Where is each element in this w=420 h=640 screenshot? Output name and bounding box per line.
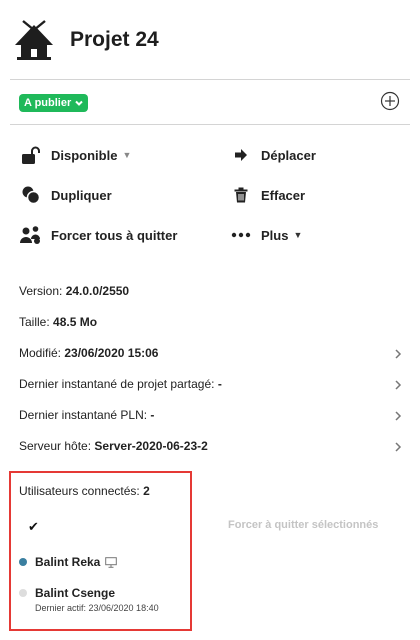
trash-icon (230, 185, 252, 205)
caret-down-icon: ▼ (293, 230, 303, 240)
size-value: 48.5 Mo (53, 315, 98, 329)
version-value: 24.0.0/2550 (65, 284, 130, 298)
chevron-right-icon[interactable] (394, 349, 402, 359)
host-server-label: Serveur hôte: (19, 439, 92, 453)
ellipsis-icon (230, 225, 252, 245)
modified-value: 23/06/2020 15:06 (64, 346, 159, 360)
connected-users-label: Utilisateurs connectés: (19, 484, 140, 498)
force-quit-selected-button[interactable]: Forcer à quitter sélectionnés (228, 519, 378, 531)
move-label: Déplacer (261, 147, 316, 163)
size-label: Taille: (19, 315, 50, 329)
select-all-checkmark-icon[interactable]: ✔ (28, 519, 39, 535)
add-circle-icon[interactable] (380, 91, 400, 111)
version-label: Version: (19, 284, 63, 298)
modified-row[interactable]: Modifié: 23/06/2020 15:06 (19, 346, 158, 360)
availability-dropdown[interactable]: Disponible ▼ (20, 145, 131, 165)
user-status-dot (19, 558, 27, 566)
user-name: Balint Reka (35, 555, 101, 569)
users-group-icon (20, 225, 42, 245)
more-dropdown[interactable]: Plus ▼ (230, 225, 302, 245)
move-button[interactable]: Déplacer (230, 145, 316, 165)
project-house-icon (15, 20, 53, 60)
shared-snapshot-value: - (217, 377, 222, 391)
divider (10, 124, 410, 125)
arrow-right-icon (230, 145, 252, 165)
chevron-right-icon[interactable] (394, 411, 402, 421)
publish-status-dropdown[interactable]: A publier (19, 94, 89, 112)
monitor-icon (105, 556, 118, 568)
publish-status-label: A publier (24, 97, 72, 109)
user-name: Balint Csenge (35, 586, 116, 600)
pln-snapshot-label: Dernier instantané PLN: (19, 408, 148, 422)
duplicate-label: Dupliquer (51, 187, 112, 203)
force-quit-all-button[interactable]: Forcer tous à quitter (20, 225, 177, 245)
connected-users-heading: Utilisateurs connectés: 2 (19, 484, 150, 498)
connected-users-count: 2 (143, 484, 150, 498)
duplicate-circles-icon (20, 185, 42, 205)
delete-button[interactable]: Effacer (230, 185, 305, 205)
caret-down-icon: ▼ (122, 150, 132, 160)
chevron-right-icon[interactable] (394, 442, 402, 452)
user-list-item[interactable]: Balint Reka (19, 555, 118, 569)
divider (10, 79, 410, 80)
pln-snapshot-row[interactable]: Dernier instantané PLN: - (19, 408, 154, 422)
host-server-value: Server-2020-06-23-2 (94, 439, 208, 453)
modified-label: Modifié: (19, 346, 62, 360)
user-status-dot (19, 589, 27, 597)
host-server-row[interactable]: Serveur hôte: Server-2020-06-23-2 (19, 439, 208, 453)
duplicate-button[interactable]: Dupliquer (20, 185, 112, 205)
version-row: Version: 24.0.0/2550 (19, 284, 129, 298)
availability-label: Disponible (51, 147, 118, 163)
shared-snapshot-row[interactable]: Dernier instantané de projet partagé: - (19, 377, 222, 391)
force-quit-all-label: Forcer tous à quitter (51, 227, 178, 243)
chevron-down-icon (75, 100, 83, 106)
user-list-item[interactable]: Balint Csenge (19, 586, 115, 600)
more-label: Plus (261, 227, 289, 243)
page-title: Projet 24 (70, 28, 159, 51)
unlock-icon (20, 145, 42, 165)
user-last-active: Dernier actif: 23/06/2020 18:40 (35, 603, 159, 613)
shared-snapshot-label: Dernier instantané de projet partagé: (19, 377, 215, 391)
chevron-right-icon[interactable] (394, 380, 402, 390)
size-row: Taille: 48.5 Mo (19, 315, 97, 329)
pln-snapshot-value: - (150, 408, 155, 422)
project-header: Projet 24 (14, 18, 406, 62)
delete-label: Effacer (261, 187, 306, 203)
